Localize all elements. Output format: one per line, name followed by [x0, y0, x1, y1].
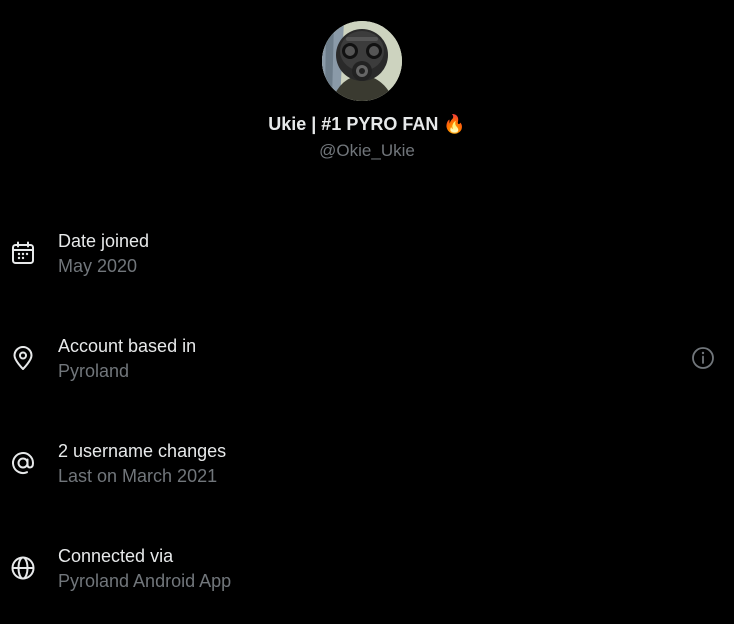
row-subtitle: Pyroland — [58, 361, 130, 381]
info-row-connected-via: Connected via Pyroland Android App — [0, 544, 734, 604]
location-pin-icon — [10, 345, 36, 371]
display-name: Ukie | #1 PYRO FAN 🔥 — [268, 114, 466, 134]
globe-icon — [10, 555, 36, 581]
info-row-date-joined: Date joined May 2020 — [0, 229, 734, 289]
row-subtitle: Last on March 2021 — [58, 466, 218, 486]
info-icon[interactable] — [690, 345, 716, 371]
calendar-icon — [10, 240, 36, 266]
info-row-username-changes: 2 username changes Last on March 2021 — [0, 439, 734, 499]
row-title: 2 username changes — [58, 441, 227, 461]
row-subtitle: Pyroland Android App — [58, 571, 232, 591]
username-handle: @Okie_Ukie — [319, 141, 415, 160]
avatar[interactable] — [322, 21, 402, 101]
at-sign-icon — [10, 450, 36, 476]
row-title: Connected via — [58, 546, 174, 566]
info-row-account-based-in: Account based in Pyroland — [0, 334, 734, 394]
row-title: Account based in — [58, 336, 197, 356]
row-title: Date joined — [58, 231, 150, 251]
row-subtitle: May 2020 — [58, 256, 138, 276]
profile-header: Ukie | #1 PYRO FAN 🔥 @Okie_Ukie — [0, 0, 734, 170]
